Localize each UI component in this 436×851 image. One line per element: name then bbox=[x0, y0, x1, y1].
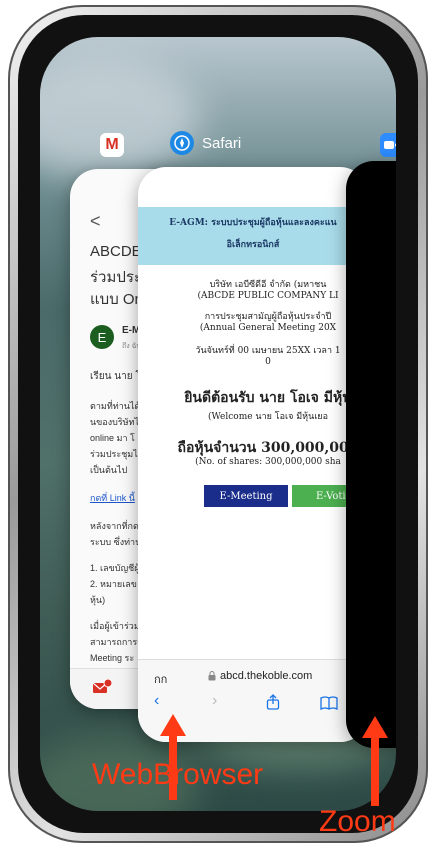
email-body-line: เป็นต้นไป bbox=[90, 465, 128, 475]
phone-bezel: M Safari < ABCDE: ร่วมประชุ แบบ Onli E E… bbox=[18, 15, 418, 833]
banner-title: E-AGM: ระบบประชุมผู้ถือหุ้นและลงคะแน bbox=[169, 218, 337, 228]
email-list-item: หุ้น) bbox=[90, 595, 106, 605]
email-body-line: นของบริษัทไ bbox=[90, 417, 140, 427]
zoom-caption: Zoom bbox=[319, 805, 396, 838]
lock-icon bbox=[208, 671, 216, 681]
welcome-thai: ยินดีต้อนรับ นาย โอเจ มีหุ้น bbox=[184, 390, 352, 406]
email-list-item: 1. เลขบัญชีผู้ bbox=[90, 563, 140, 573]
url-text: abcd.thekoble.com bbox=[220, 670, 313, 682]
zoom-card[interactable] bbox=[346, 161, 396, 748]
reader-text-size-button[interactable]: กก bbox=[154, 670, 167, 688]
safari-compass-icon bbox=[170, 131, 194, 155]
email-body-line: online มา โ bbox=[90, 433, 135, 443]
email-list-item: 2. หมายเลข bbox=[90, 579, 137, 589]
share-icon[interactable] bbox=[266, 694, 280, 715]
meeting-name-thai: การประชุมสามัญผู้ถือหุ้นประจำปี bbox=[204, 312, 332, 322]
shares-thai: ถือหุ้นจำนวน 300,000,000 bbox=[177, 440, 359, 456]
gmail-icon: M bbox=[100, 133, 124, 157]
shares-english: (No. of shares: 300,000,000 sha bbox=[195, 457, 341, 467]
safari-app-name: Safari bbox=[202, 134, 242, 152]
zoom-app-label[interactable] bbox=[380, 133, 396, 157]
email-body-line: เมื่อผู้เข้าร่วม bbox=[90, 621, 140, 631]
email-body-line: สามารถการรั bbox=[90, 637, 142, 647]
back-arrow-icon[interactable]: ‹ bbox=[154, 692, 159, 710]
gmail-app-label[interactable]: M bbox=[100, 133, 124, 157]
email-body-line: หลังจากที่กด bbox=[90, 521, 139, 531]
welcome-english: (Welcome นาย โอเจ มีหุ้นเยอ bbox=[208, 412, 328, 422]
bookmarks-icon[interactable] bbox=[320, 696, 338, 715]
e-meeting-button[interactable]: E-Meeting bbox=[204, 485, 288, 507]
company-name-english: (ABCDE PUBLIC COMPANY LI bbox=[197, 291, 339, 301]
meeting-date: วันจันทร์ที่ 00 เมษายน 25XX เวลา 1 bbox=[195, 346, 341, 356]
app-switcher-screen: M Safari < ABCDE: ร่วมประชุ แบบ Onli E E… bbox=[40, 37, 396, 811]
email-body-line: ร่วมประชุมได้ bbox=[90, 449, 144, 459]
email-link[interactable]: กดที่ Link นี้ bbox=[90, 491, 135, 505]
company-name-thai: บริษัท เอบีซีดีอี จำกัด (มหาชน bbox=[209, 280, 327, 290]
zoom-arrow-icon bbox=[362, 716, 388, 806]
meeting-name-english: (Annual General Meeting 20X bbox=[199, 323, 337, 333]
meeting-date-cont: 0 bbox=[265, 357, 271, 367]
forward-arrow-icon[interactable]: › bbox=[212, 692, 217, 710]
banner-subtitle: อิเล็กทรอนิกส์ bbox=[226, 240, 280, 250]
email-body-line: ระบบ ซึ่งท่าน bbox=[90, 537, 142, 547]
eagm-banner: E-AGM: ระบบประชุมผู้ถือหุ้นและลงคะแน อิเ… bbox=[138, 207, 368, 265]
web-browser-caption: WebBrowser bbox=[92, 758, 264, 791]
sender-avatar: E bbox=[90, 325, 114, 349]
back-chevron-icon[interactable]: < bbox=[90, 211, 101, 232]
video-camera-icon bbox=[380, 133, 396, 157]
safari-app-label[interactable]: Safari bbox=[170, 131, 241, 155]
email-body-line: ตามที่ท่านได้ bbox=[90, 401, 141, 411]
mail-icon[interactable] bbox=[92, 678, 113, 700]
safari-card[interactable]: E-AGM: ระบบประชุมผู้ถือหุ้นและลงคะแน อิเ… bbox=[138, 167, 368, 742]
email-body-line: Meeting ระ bbox=[90, 653, 135, 663]
url-field[interactable]: abcd.thekoble.com bbox=[208, 670, 312, 682]
